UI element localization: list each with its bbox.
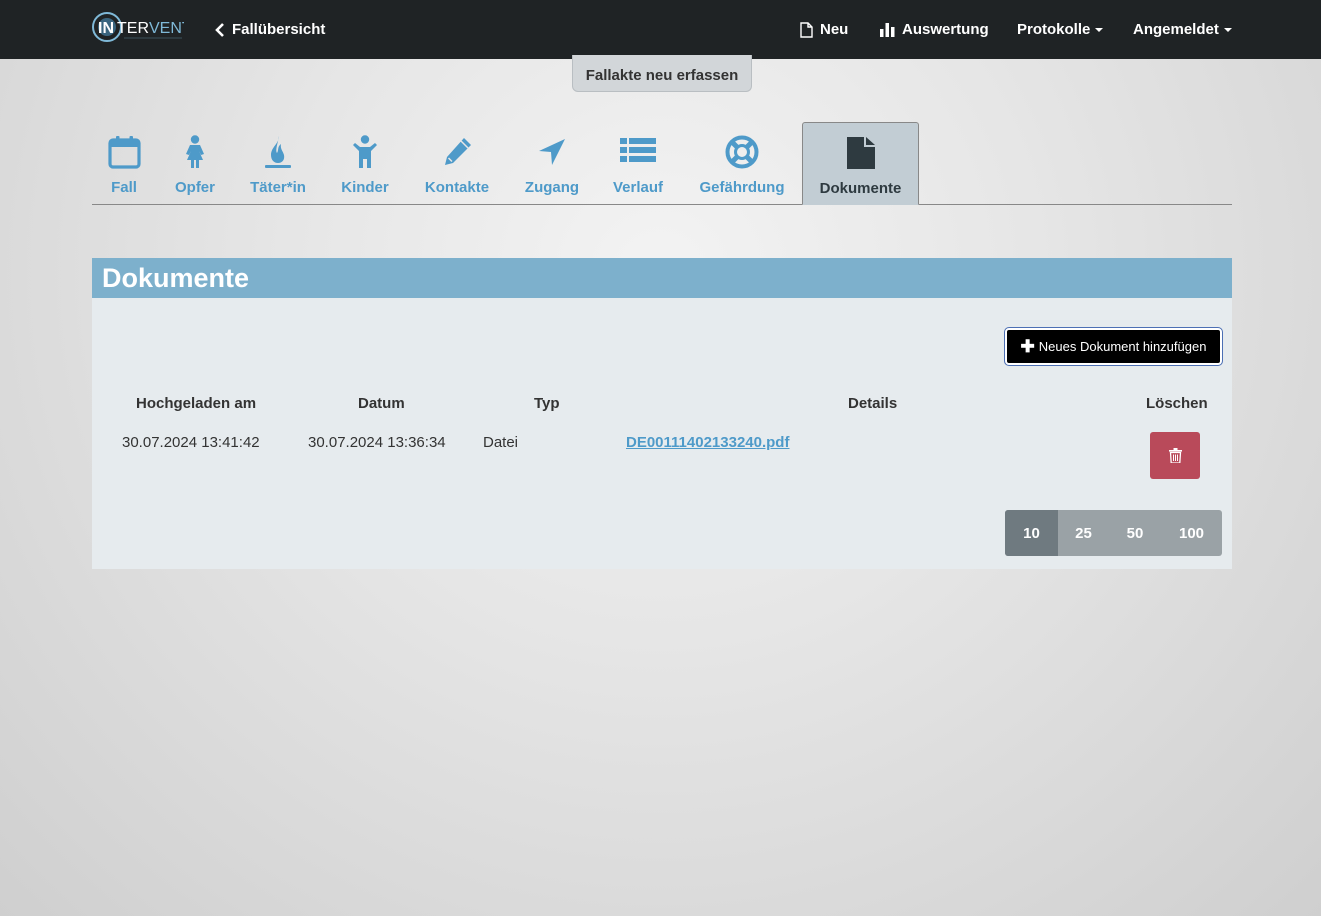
tab-taeter[interactable]: Täter*in — [248, 122, 308, 205]
tab-label: Kinder — [341, 179, 389, 196]
type-cell: Datei — [483, 434, 519, 451]
female-icon — [186, 135, 204, 168]
add-document-label: Neues Dokument hinzufügen — [1038, 339, 1207, 354]
new-case-link[interactable]: Neu — [800, 0, 848, 59]
svg-text:IN: IN — [98, 20, 114, 37]
back-to-overview-link[interactable]: Fallübersicht — [215, 0, 325, 59]
column-header-delete: Löschen — [1146, 395, 1208, 412]
column-header-date[interactable]: Datum — [358, 395, 405, 412]
tab-label: Dokumente — [819, 180, 902, 197]
tab-dokumente[interactable]: Dokumente — [802, 122, 919, 205]
location-arrow-icon — [539, 139, 565, 165]
tab-zugang[interactable]: Zugang — [522, 122, 582, 205]
page-size-option[interactable]: 25 — [1058, 510, 1109, 556]
add-document-button[interactable]: ✚ Neues Dokument hinzufügen — [1004, 327, 1223, 366]
tab-label: Gefährdung — [699, 179, 785, 196]
tab-label: Fall — [111, 179, 137, 196]
svg-text:VENT: VENT — [149, 20, 184, 37]
svg-text:TER: TER — [117, 20, 149, 37]
child-icon — [353, 135, 377, 168]
documents-panel: Dokumente ✚ Neues Dokument hinzufügen Ho… — [92, 258, 1232, 569]
back-link-label: Fallübersicht — [232, 21, 326, 38]
delete-document-button[interactable] — [1150, 432, 1200, 479]
tab-label: Verlauf — [612, 179, 664, 196]
column-header-type[interactable]: Typ — [534, 395, 560, 412]
evaluation-link[interactable]: Auswertung — [880, 0, 989, 59]
account-dropdown[interactable]: Angemeldet — [1133, 0, 1232, 59]
life-ring-icon — [725, 135, 759, 169]
pencil-icon — [445, 138, 471, 165]
list-icon — [620, 138, 656, 162]
file-outline-icon — [800, 21, 813, 38]
new-link-label: Neu — [820, 21, 849, 38]
tab-gefaehrdung[interactable]: Gefährdung — [696, 122, 788, 205]
document-file-link[interactable]: DE00111402133240.pdf — [626, 434, 789, 451]
tab-opfer[interactable]: Opfer — [172, 122, 218, 205]
caret-down-icon — [1223, 27, 1232, 32]
tab-label: Opfer — [174, 179, 215, 196]
tab-verlauf[interactable]: Verlauf — [608, 122, 668, 205]
tab-kontakte[interactable]: Kontakte — [422, 122, 492, 205]
file-icon — [846, 137, 875, 169]
page-size-option[interactable]: 100 — [1161, 510, 1222, 556]
page-size-option[interactable]: 10 — [1005, 510, 1058, 556]
intervent-logo[interactable]: IN TER VENT — [92, 11, 192, 43]
protocols-dropdown[interactable]: Protokolle — [1017, 0, 1104, 59]
tab-label: Täter*in — [250, 179, 306, 196]
calendar-icon — [107, 136, 141, 169]
column-header-uploaded[interactable]: Hochgeladen am — [136, 395, 256, 412]
tab-kinder[interactable]: Kinder — [338, 122, 392, 205]
fire-icon — [265, 136, 291, 168]
date-cell: 30.07.2024 13:36:34 — [308, 434, 446, 451]
documents-title: Dokumente — [92, 258, 1232, 298]
column-header-details[interactable]: Details — [848, 395, 897, 412]
tab-fall[interactable]: Fall — [106, 122, 142, 205]
plus-icon: ✚ — [1020, 337, 1035, 356]
uploaded-cell: 30.07.2024 13:41:42 — [122, 434, 260, 451]
page-size-option[interactable]: 50 — [1109, 510, 1161, 556]
new-case-file-button[interactable]: Fallakte neu erfassen — [572, 55, 752, 92]
account-label: Angemeldet — [1133, 21, 1219, 38]
tab-label: Kontakte — [424, 179, 490, 196]
protocols-label: Protokolle — [1017, 21, 1091, 38]
caret-down-icon — [1095, 27, 1104, 32]
trash-icon — [1168, 448, 1182, 463]
tab-label: Zugang — [524, 179, 580, 196]
bar-chart-icon — [880, 22, 895, 37]
page-size-selector: 10 25 50 100 — [1005, 510, 1222, 556]
chevron-left-icon — [215, 22, 225, 37]
navbar: IN TER VENT Fallübersicht Neu Auswertung… — [0, 0, 1321, 59]
case-tabs: Fall Opfer Täter*in Kinder Kontakte Zuga… — [92, 122, 1232, 205]
evaluation-link-label: Auswertung — [902, 21, 989, 38]
